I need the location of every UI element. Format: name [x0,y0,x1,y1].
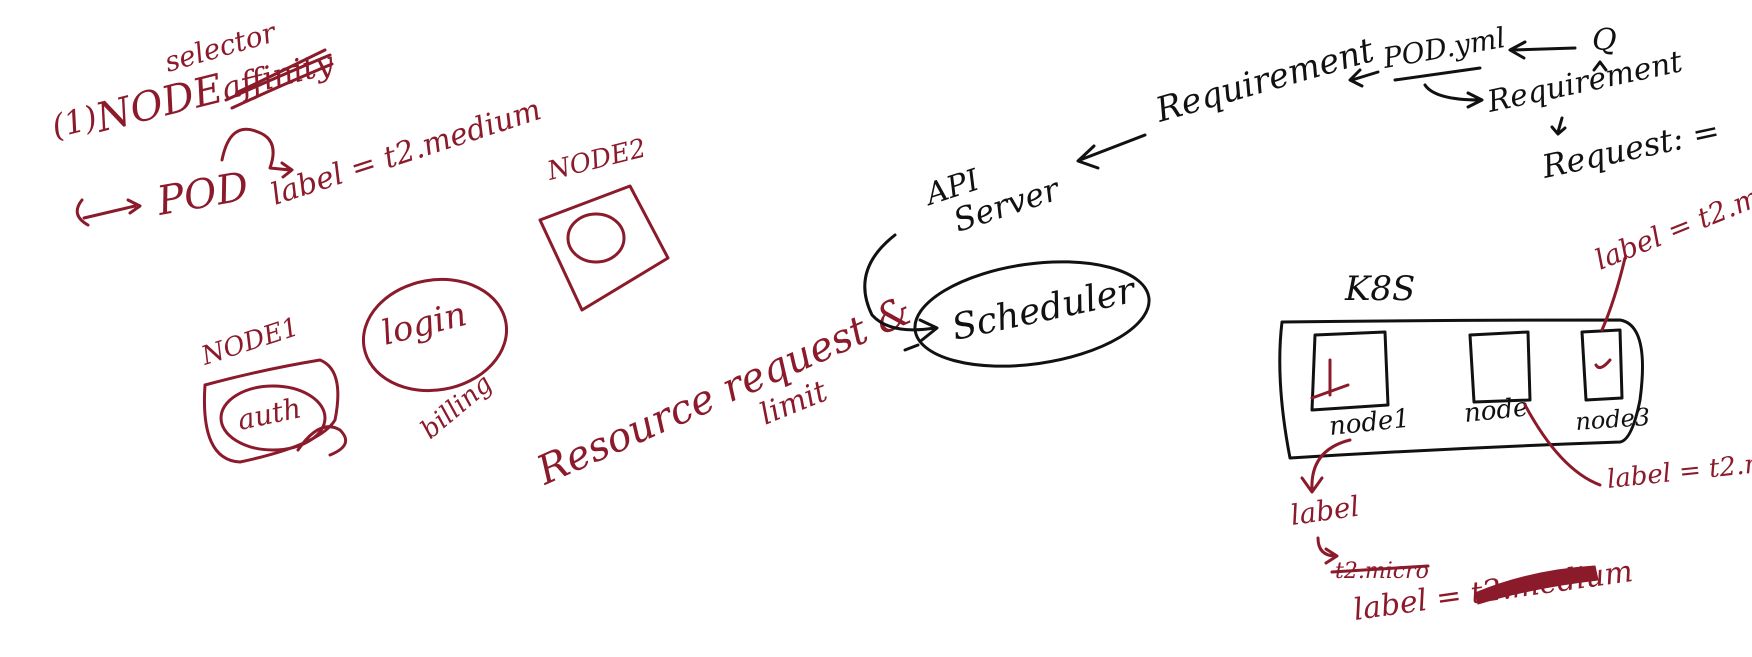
question-mark-q: Q [1592,23,1617,58]
bottom-label-text: label [1288,490,1361,532]
small-arrow-to-request [1550,116,1567,136]
api-server-group: API Server Requirement Scheduler [863,30,1379,368]
arrow-to-pod-yml [1508,40,1577,60]
pod-arrow [75,198,142,227]
billing-text: billing [415,369,498,446]
pod-text: POD [153,164,252,225]
pod-label-text: label = t2.medium [267,92,546,212]
node-title: NODE [90,66,227,142]
scheduler-text: Scheduler [948,270,1140,349]
pod-yml-group: POD.yml Q Requirement Request: = [1348,21,1723,186]
right-label-text: label = t2.micro [1606,443,1752,495]
down-hook-arrow [1423,83,1484,109]
k8s-node3-label: node3 [1574,403,1651,436]
k8s-title: K8S [1344,269,1415,309]
request-text: Request: = [1538,111,1723,186]
node3-square [1580,328,1624,402]
k8s-node2-label: node [1463,392,1530,429]
node2-box [538,184,670,312]
resource-group: Resource request & limit [529,287,918,494]
pod-yml-text: POD.yml [1380,21,1508,75]
resource-request-text: Resource request & [529,287,918,494]
login-text: login [378,294,471,354]
arrow-to-api-server [1076,133,1147,170]
requirement2-text: Requirement [1483,44,1686,120]
node2-square [1468,330,1532,404]
k8s-labels-group: label = t2.medium label = t2.micro label… [1288,147,1752,628]
auth-text: auth [235,391,304,437]
node-affinity-group: (1) NODE affinity selector POD label = t… [48,15,546,227]
node2-circle [566,212,626,264]
node2-label: NODE2 [543,133,649,187]
node3-mark [1594,358,1612,370]
bottom-label-arrow [1300,438,1352,494]
k8s-group: K8S node1 node node3 [1278,269,1651,460]
requirement-text: Requirement [1150,30,1378,131]
node1-mark [1310,358,1350,400]
whiteboard-canvas: (1) NODE affinity selector POD label = t… [48,15,1752,628]
scheduler-pointer [903,343,920,352]
node1-label: NODE1 [197,312,303,372]
node1-square [1310,330,1390,412]
